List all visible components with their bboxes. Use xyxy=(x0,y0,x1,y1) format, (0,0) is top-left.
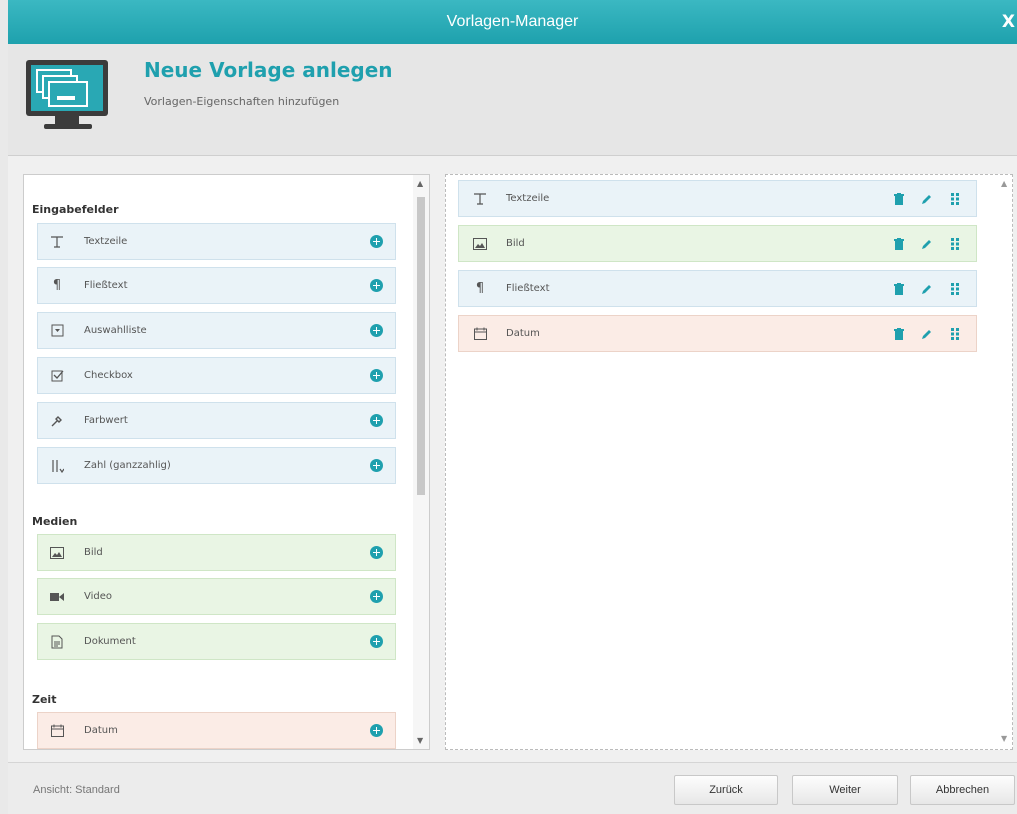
palette-item-bild[interactable]: Bild xyxy=(37,534,396,571)
image-icon xyxy=(48,544,66,562)
palette-item-label: Dokument xyxy=(84,636,136,647)
palette-item-fliesstext[interactable]: ¶ Fließtext xyxy=(37,267,396,304)
checkbox-icon xyxy=(48,367,66,385)
section-title-media: Medien xyxy=(32,515,78,528)
scroll-up-icon[interactable]: ▲ xyxy=(1001,179,1007,188)
palette-item-farbwert[interactable]: Farbwert xyxy=(37,402,396,439)
template-field-bild[interactable]: Bild xyxy=(458,225,977,262)
scroll-down-icon[interactable]: ▼ xyxy=(1001,734,1007,743)
add-circle-icon[interactable] xyxy=(370,459,383,472)
view-status: Ansicht: Standard xyxy=(33,784,120,796)
page-subtitle: Vorlagen-Eigenschaften hinzufügen xyxy=(144,95,340,108)
palette-item-label: Farbwert xyxy=(84,415,128,426)
add-circle-icon[interactable] xyxy=(370,324,383,337)
palette-item-label: Textzeile xyxy=(84,236,128,247)
palette-item-label: Zahl (ganzzahlig) xyxy=(84,460,171,471)
trash-icon[interactable] xyxy=(892,192,906,206)
window-title: Vorlagen-Manager xyxy=(446,13,579,30)
palette-item-checkbox[interactable]: Checkbox xyxy=(37,357,396,394)
add-circle-icon[interactable] xyxy=(370,590,383,603)
add-circle-icon[interactable] xyxy=(370,279,383,292)
drag-handle-icon[interactable] xyxy=(948,237,962,251)
drag-handle-icon[interactable] xyxy=(948,282,962,296)
template-field-textzeile[interactable]: Textzeile xyxy=(458,180,977,217)
pencil-icon[interactable] xyxy=(920,327,934,341)
section-title-time: Zeit xyxy=(32,693,57,706)
video-icon xyxy=(48,588,66,606)
palette-item-label: Bild xyxy=(84,547,103,558)
drag-handle-icon[interactable] xyxy=(948,327,962,341)
text-line-icon xyxy=(471,190,489,208)
window-titlebar: Vorlagen-Manager X xyxy=(8,0,1017,44)
trash-icon[interactable] xyxy=(892,237,906,251)
pencil-icon[interactable] xyxy=(920,192,934,206)
pencil-icon[interactable] xyxy=(920,237,934,251)
trash-icon[interactable] xyxy=(892,327,906,341)
next-button[interactable]: Weiter xyxy=(792,775,898,805)
color-picker-icon xyxy=(48,412,66,430)
calendar-icon xyxy=(471,325,489,343)
palette-item-label: Fließtext xyxy=(84,280,128,291)
select-list-icon xyxy=(48,322,66,340)
template-field-fliesstext[interactable]: ¶ Fließtext xyxy=(458,270,977,307)
add-circle-icon[interactable] xyxy=(370,235,383,248)
cancel-button[interactable]: Abbrechen xyxy=(910,775,1015,805)
field-palette: Eingabefelder Textzeile ¶ Fließtext Ausw… xyxy=(23,174,430,750)
add-circle-icon[interactable] xyxy=(370,414,383,427)
palette-item-dokument[interactable]: Dokument xyxy=(37,623,396,660)
text-line-icon xyxy=(48,233,66,251)
template-field-list[interactable]: Textzeile Bild ¶ Fließtext Datum ▲ ▼ xyxy=(445,174,1013,750)
add-circle-icon[interactable] xyxy=(370,369,383,382)
palette-item-label: Checkbox xyxy=(84,370,133,381)
palette-item-video[interactable]: Video xyxy=(37,578,396,615)
palette-item-label: Auswahlliste xyxy=(84,325,147,336)
dialog-footer: Ansicht: Standard Zurück Weiter Abbreche… xyxy=(8,762,1017,814)
scroll-up-icon[interactable]: ▲ xyxy=(417,179,423,188)
field-list-scrollbar[interactable]: ▲ ▼ xyxy=(998,175,1012,749)
palette-item-auswahlliste[interactable]: Auswahlliste xyxy=(37,312,396,349)
calendar-icon xyxy=(48,722,66,740)
template-field-label: Textzeile xyxy=(506,193,550,204)
scrollbar-thumb[interactable] xyxy=(417,197,425,495)
paragraph-icon: ¶ xyxy=(475,281,485,296)
palette-item-datum[interactable]: Datum xyxy=(37,712,396,749)
palette-item-zahl[interactable]: Zahl (ganzzahlig) xyxy=(37,447,396,484)
palette-item-label: Datum xyxy=(84,725,118,736)
document-icon xyxy=(48,633,66,651)
close-button[interactable]: X xyxy=(1002,12,1015,32)
drag-handle-icon[interactable] xyxy=(948,192,962,206)
field-palette-list: Eingabefelder Textzeile ¶ Fließtext Ausw… xyxy=(24,175,414,749)
pencil-icon[interactable] xyxy=(920,282,934,296)
add-circle-icon[interactable] xyxy=(370,635,383,648)
page-title: Neue Vorlage anlegen xyxy=(144,58,393,82)
trash-icon[interactable] xyxy=(892,282,906,296)
number-icon xyxy=(48,457,66,475)
dialog-content: Eingabefelder Textzeile ¶ Fließtext Ausw… xyxy=(8,156,1017,762)
template-field-label: Bild xyxy=(506,238,525,249)
template-field-label: Fließtext xyxy=(506,283,550,294)
image-icon xyxy=(471,235,489,253)
back-button[interactable]: Zurück xyxy=(674,775,778,805)
template-manager-icon xyxy=(26,60,108,129)
dialog-header: Neue Vorlage anlegen Vorlagen-Eigenschaf… xyxy=(8,44,1017,156)
paragraph-icon: ¶ xyxy=(52,278,62,293)
section-title-input-fields: Eingabefelder xyxy=(32,203,119,216)
palette-item-label: Video xyxy=(84,591,113,602)
palette-item-textzeile[interactable]: Textzeile xyxy=(37,223,396,260)
palette-scrollbar[interactable]: ▲ ▼ xyxy=(413,175,429,749)
add-circle-icon[interactable] xyxy=(370,724,383,737)
scroll-down-icon[interactable]: ▼ xyxy=(417,736,423,745)
template-field-datum[interactable]: Datum xyxy=(458,315,977,352)
add-circle-icon[interactable] xyxy=(370,546,383,559)
template-field-label: Datum xyxy=(506,328,540,339)
